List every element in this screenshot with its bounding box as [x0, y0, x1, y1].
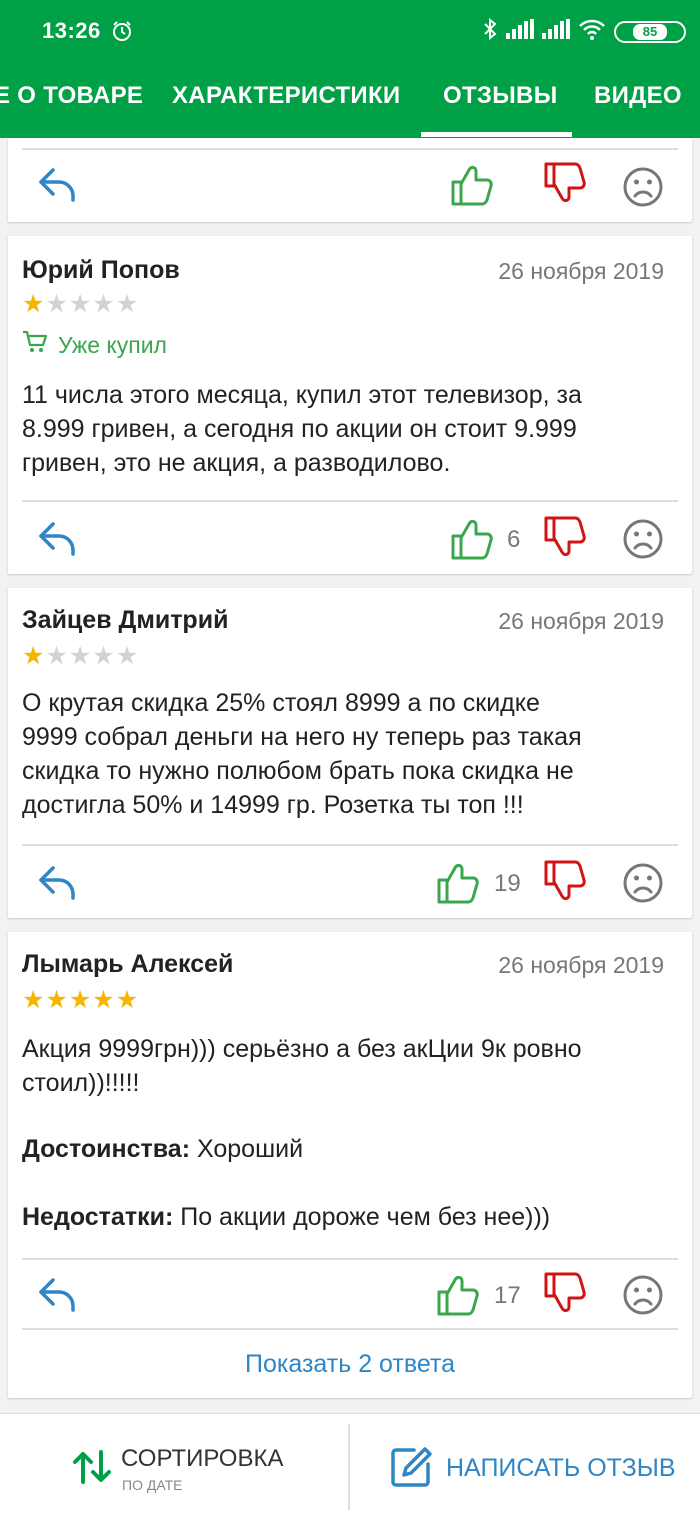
tab-characteristics[interactable]: ХАРАКТЕРИСТИКИ [172, 82, 401, 110]
review-author: Зайцев Дмитрий [22, 606, 229, 634]
review-text: Акция 9999грн))) серьёзно а без акЦии 9к… [22, 1032, 682, 1100]
active-tab-indicator [421, 132, 572, 137]
star-icon: ★ [22, 290, 45, 318]
thumbs-down-icon[interactable] [541, 1270, 587, 1321]
like-count: 17 [494, 1282, 521, 1309]
text-line: скидка то нужно полюбом брать пока скидк… [22, 757, 574, 785]
tab-reviews[interactable]: ОТЗЫВЫ [443, 82, 558, 110]
star-icon: ★ [115, 986, 139, 1014]
like-count: 19 [494, 870, 521, 897]
star-icon: ★ [115, 642, 139, 670]
star-icon: ★ [92, 642, 115, 670]
status-time: 13:26 [42, 18, 101, 43]
review-date: 26 ноября 2019 [498, 952, 664, 978]
star-icon: ★ [68, 290, 92, 318]
star-icon: ★ [115, 290, 139, 318]
thumbs-up-icon[interactable] [434, 1272, 480, 1323]
star-icon: ★ [45, 986, 68, 1014]
bought-label: Уже купил [58, 331, 167, 358]
signal-icon-2 [542, 19, 570, 44]
edit-icon [390, 1446, 432, 1493]
thumbs-up-icon[interactable] [434, 860, 480, 911]
text-line: достигла 50% и 14999 гр. Розетка ты топ … [22, 791, 524, 819]
pros-text: Хороший [190, 1135, 304, 1163]
text-line: гривен, это не акция, а разводилово. [22, 449, 451, 477]
text-line: 8.999 гривен, а сегодня по акции он стои… [22, 415, 577, 443]
status-bar: 13:26 85 [0, 0, 700, 56]
battery-icon: 85 [614, 20, 686, 43]
review-date: 26 ноября 2019 [498, 608, 664, 634]
sort-sublabel: ПО ДАТЕ [122, 1477, 183, 1493]
thumbs-down-icon[interactable] [541, 514, 587, 565]
write-review-label: НАПИСАТЬ ОТЗЫВ [446, 1454, 676, 1482]
sad-face-icon[interactable] [622, 862, 664, 909]
signal-icon [506, 19, 534, 44]
write-review-button[interactable]: НАПИСАТЬ ОТЗЫВ [350, 1414, 700, 1516]
rating-stars: ★ ★ ★ ★ ★ [22, 292, 138, 317]
review-author: Юрий Попов [22, 256, 180, 284]
sort-button[interactable]: СОРТИРОВКА ПО ДАТЕ [0, 1414, 348, 1516]
sad-face-icon[interactable] [622, 518, 664, 565]
star-icon: ★ [22, 642, 45, 670]
battery-level: 85 [632, 23, 668, 40]
sort-arrows-icon [72, 1450, 112, 1489]
sad-face-icon[interactable] [622, 1274, 664, 1321]
text-line: 11 числа этого месяца, купил этот телеви… [22, 381, 582, 409]
thumbs-up-icon[interactable] [448, 162, 494, 213]
wifi-icon [578, 18, 606, 45]
text-line: О крутая скидка 25% стоял 8999 а по скид… [22, 689, 540, 717]
text-line: Акция 9999грн))) серьёзно а без акЦии 9к… [22, 1035, 582, 1063]
text-line: стоил))!!!!! [22, 1069, 140, 1097]
star-icon: ★ [68, 986, 92, 1014]
review-author: Лымарь Алексей [22, 950, 234, 978]
star-icon: ★ [45, 642, 68, 670]
divider [22, 844, 678, 846]
cart-icon [22, 330, 48, 360]
review-text: О крутая скидка 25% стоял 8999 а по скид… [22, 686, 682, 822]
tab-video[interactable]: ВИДЕО [594, 82, 682, 110]
rating-stars: ★ ★ ★ ★ ★ [22, 644, 138, 669]
reply-icon[interactable] [36, 862, 80, 907]
star-icon: ★ [68, 642, 92, 670]
review-date: 26 ноября 2019 [498, 258, 664, 284]
cons-label: Недостатки: [22, 1203, 174, 1231]
thumbs-down-icon[interactable] [541, 160, 587, 211]
star-icon: ★ [92, 290, 115, 318]
reply-icon[interactable] [36, 518, 80, 563]
product-tabs: Е О ТОВАРЕ ХАРАКТЕРИСТИКИ ОТЗЫВЫ ВИДЕО [0, 56, 700, 138]
review-card: Юрий Попов 26 ноября 2019 ★ ★ ★ ★ ★ Уже … [8, 236, 692, 574]
review-card-previous [8, 138, 692, 222]
cons-text: По акции дороже чем без нее))) [173, 1203, 551, 1231]
review-card: Лымарь Алексей 26 ноября 2019 ★ ★ ★ ★ ★ … [8, 932, 692, 1398]
sad-face-icon[interactable] [622, 166, 664, 213]
thumbs-up-icon[interactable] [448, 516, 494, 567]
sort-label: СОРТИРОВКА [121, 1445, 284, 1472]
tab-about[interactable]: Е О ТОВАРЕ [0, 82, 143, 110]
thumbs-down-icon[interactable] [541, 858, 587, 909]
alarm-icon [111, 20, 133, 47]
review-pros: Достоинства: Хороший [22, 1132, 682, 1166]
bought-badge: Уже купил [22, 330, 167, 360]
rating-stars: ★ ★ ★ ★ ★ [22, 988, 138, 1013]
star-icon: ★ [45, 290, 68, 318]
star-icon: ★ [92, 986, 115, 1014]
review-card: Зайцев Дмитрий 26 ноября 2019 ★ ★ ★ ★ ★ … [8, 588, 692, 918]
text-line: 9999 собрал деньги на него ну теперь раз… [22, 723, 582, 751]
reply-icon[interactable] [36, 1274, 80, 1319]
divider [22, 1328, 678, 1330]
star-icon: ★ [22, 986, 45, 1014]
divider [22, 148, 678, 150]
divider [22, 500, 678, 502]
review-text: 11 числа этого месяца, купил этот телеви… [22, 378, 682, 480]
pros-label: Достоинства: [22, 1135, 191, 1163]
status-icons: 85 [482, 17, 686, 45]
show-replies-link[interactable]: Показать 2 ответа [8, 1350, 692, 1379]
bluetooth-icon [482, 17, 498, 45]
like-count: 6 [507, 526, 521, 553]
divider [22, 1258, 678, 1260]
reply-icon[interactable] [36, 164, 80, 209]
review-cons: Недостатки: По акции дороже чем без нее)… [22, 1200, 682, 1234]
bottom-action-bar: СОРТИРОВКА ПО ДАТЕ НАПИСАТЬ ОТЗЫВ [0, 1413, 700, 1516]
